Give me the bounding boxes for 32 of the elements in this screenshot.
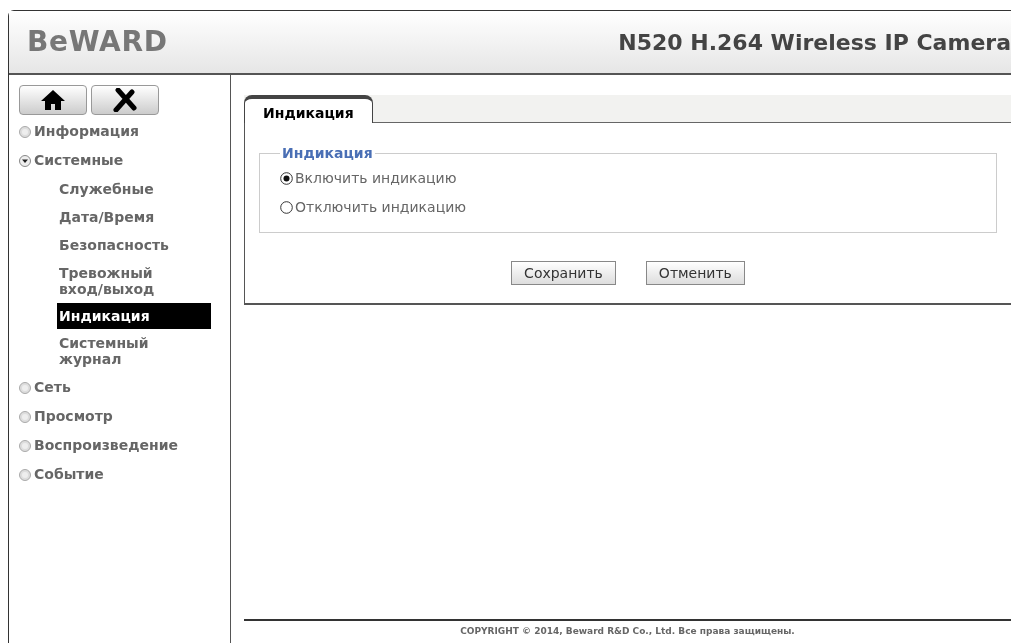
nav-category[interactable]: Событие (19, 460, 230, 489)
nav-item[interactable]: Системный журнал (57, 329, 211, 373)
nav-category[interactable]: Сеть (19, 373, 230, 402)
expand-icon (19, 381, 31, 394)
expand-icon (19, 410, 31, 423)
radio-button[interactable] (280, 172, 293, 185)
nav-item[interactable]: Служебные (57, 175, 211, 203)
camera-title: N520 H.264 Wireless IP Camera (618, 28, 1011, 57)
expand-icon (19, 125, 31, 138)
section-legend: Индикация (280, 143, 375, 164)
nav-item[interactable]: Индикация (57, 303, 211, 329)
nav-category[interactable]: Просмотр (19, 402, 230, 431)
copyright-text: COPYRIGHT © 2014, Beward R&D Co., Ltd. Все права защищены. (460, 625, 795, 639)
nav-item[interactable]: Тревожный вход/выход (57, 259, 211, 303)
nav-category[interactable]: Информация (19, 117, 230, 146)
home-button[interactable] (19, 85, 87, 115)
collapse-icon (19, 154, 31, 167)
form-button[interactable]: Сохранить (511, 261, 616, 285)
radio-label: Включить индикацию (295, 169, 457, 188)
home-icon (40, 89, 66, 111)
nav-item[interactable]: Дата/Время (57, 203, 211, 231)
tab[interactable]: Индикация (244, 95, 373, 123)
expand-icon (19, 439, 31, 452)
nav-item[interactable]: Безопасность (57, 231, 211, 259)
logo: BeWARD (27, 24, 168, 60)
radio-button[interactable] (280, 201, 293, 214)
nav-category[interactable]: Воспроизведение (19, 431, 230, 460)
radio-label: Отключить индикацию (295, 198, 467, 217)
form-button[interactable]: Отменить (645, 261, 745, 285)
expand-icon (19, 468, 31, 481)
nav-category[interactable]: Системные (19, 146, 230, 175)
settings-button[interactable] (91, 85, 159, 115)
